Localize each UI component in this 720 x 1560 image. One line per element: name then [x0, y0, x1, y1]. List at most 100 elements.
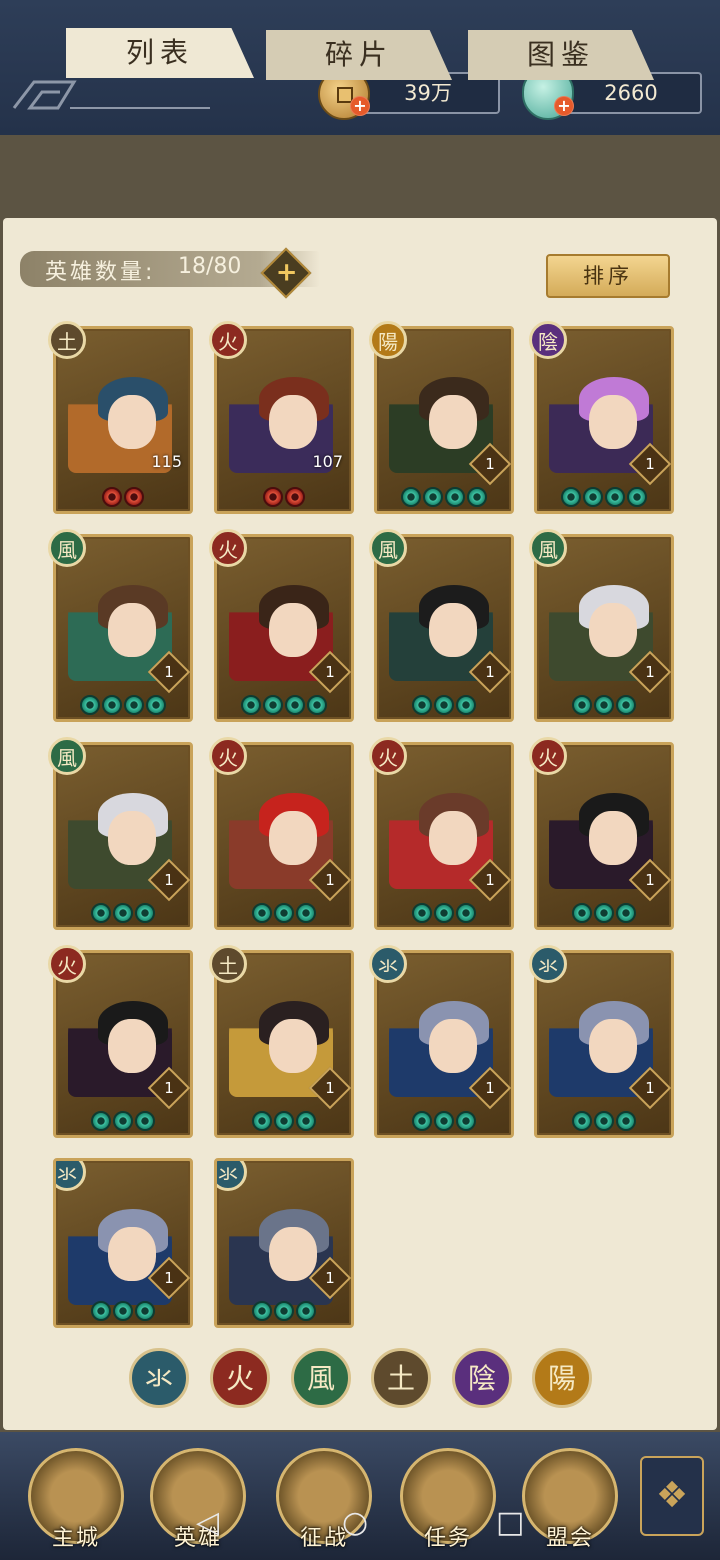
element-filter-button[interactable]: 土 — [371, 1348, 431, 1408]
system-back-icon[interactable]: ◁ — [196, 1505, 219, 1540]
star-icon — [401, 487, 421, 507]
star-rating — [56, 903, 190, 923]
element-badge: 風 — [369, 529, 407, 567]
star-icon — [412, 695, 432, 715]
hero-card[interactable]: 陰1 — [529, 321, 674, 514]
star-icon — [456, 695, 476, 715]
hero-card[interactable]: 火 107 — [209, 321, 354, 514]
star-rating — [56, 1301, 190, 1321]
element-badge: 火 — [209, 529, 247, 567]
star-rating — [56, 1111, 190, 1131]
sort-button[interactable]: 排序 — [546, 254, 670, 298]
hero-card[interactable]: 風1 — [369, 529, 514, 722]
hero-card[interactable]: 風1 — [48, 529, 193, 722]
hero-card[interactable]: 火1 — [529, 737, 674, 930]
hero-card[interactable]: 氺1 — [214, 1158, 354, 1328]
hero-card[interactable]: 氺1 — [529, 945, 674, 1138]
star-rating — [217, 695, 351, 715]
tab-codex[interactable]: 图鉴 — [468, 30, 654, 80]
star-icon — [135, 1111, 155, 1131]
hero-card[interactable]: 氺1 — [369, 945, 514, 1138]
element-badge: 陽 — [369, 321, 407, 359]
hero-card[interactable]: 土 115 — [48, 321, 193, 514]
element-badge: 火 — [209, 321, 247, 359]
element-badge: 火 — [529, 737, 567, 775]
hero-card[interactable]: 火1 — [369, 737, 514, 930]
element-badge: 火 — [209, 737, 247, 775]
star-icon — [252, 1301, 272, 1321]
star-icon — [627, 487, 647, 507]
star-rating — [377, 487, 511, 507]
star-rating — [537, 903, 671, 923]
element-badge: 陰 — [529, 321, 567, 359]
hero-card[interactable]: 火1 — [48, 945, 193, 1138]
hero-card[interactable]: 氺1 — [53, 1158, 193, 1328]
star-icon — [434, 1111, 454, 1131]
hero-card[interactable]: 土1 — [209, 945, 354, 1138]
star-icon — [434, 695, 454, 715]
element-filter-button[interactable]: 氺 — [129, 1348, 189, 1408]
star-icon — [113, 1301, 133, 1321]
star-rating — [217, 487, 351, 507]
star-icon — [285, 695, 305, 715]
element-badge: 氺 — [529, 945, 567, 983]
star-icon — [252, 1111, 272, 1131]
star-icon — [456, 903, 476, 923]
hero-count-label: 英雄数量: — [45, 260, 156, 285]
star-rating — [377, 1111, 511, 1131]
element-filter-button[interactable]: 陰 — [452, 1348, 512, 1408]
hero-card[interactable]: 陽1 — [369, 321, 514, 514]
hero-card[interactable]: 風1 — [48, 737, 193, 930]
star-icon — [616, 903, 636, 923]
star-icon — [113, 903, 133, 923]
element-badge: 風 — [48, 737, 86, 775]
star-icon — [91, 1301, 111, 1321]
star-icon — [561, 487, 581, 507]
element-filter-button[interactable]: 火 — [210, 1348, 270, 1408]
star-icon — [594, 1111, 614, 1131]
star-icon — [124, 695, 144, 715]
star-icon — [241, 695, 261, 715]
element-badge: 土 — [48, 321, 86, 359]
element-filter-button[interactable]: 風 — [291, 1348, 351, 1408]
tab-fragments[interactable]: 碎片 — [266, 30, 452, 80]
star-icon — [274, 1301, 294, 1321]
star-icon — [263, 695, 283, 715]
star-rating — [217, 1111, 351, 1131]
star-icon — [307, 695, 327, 715]
hero-card[interactable]: 火1 — [209, 737, 354, 930]
star-icon — [91, 1111, 111, 1131]
hero-card[interactable]: 風1 — [529, 529, 674, 722]
star-icon — [113, 1111, 133, 1131]
star-icon — [412, 1111, 432, 1131]
element-badge: 氺 — [369, 945, 407, 983]
element-badge: 土 — [209, 945, 247, 983]
element-filter-button[interactable]: 陽 — [532, 1348, 592, 1408]
tab-list[interactable]: 列表 — [66, 28, 254, 78]
nav-guild-label: 盟会 — [545, 1526, 594, 1551]
star-icon — [91, 903, 111, 923]
star-icon — [467, 487, 487, 507]
star-icon — [616, 1111, 636, 1131]
hero-card[interactable]: 火1 — [209, 529, 354, 722]
system-recents-icon[interactable]: □ — [496, 1505, 524, 1540]
star-icon — [296, 1301, 316, 1321]
add-jade-button[interactable]: + — [554, 96, 574, 116]
star-icon — [102, 487, 122, 507]
star-rating — [56, 487, 190, 507]
star-rating — [217, 1301, 351, 1321]
star-icon — [572, 695, 592, 715]
hero-level: 115 — [151, 452, 182, 471]
star-icon — [296, 1111, 316, 1131]
system-home-icon[interactable]: ○ — [342, 1505, 368, 1540]
hero-level: 107 — [312, 452, 343, 471]
star-rating — [56, 695, 190, 715]
element-badge: 風 — [48, 529, 86, 567]
star-icon — [594, 695, 614, 715]
star-icon — [572, 903, 592, 923]
nav-quests-label: 任务 — [423, 1526, 472, 1551]
star-icon — [296, 903, 316, 923]
add-coins-button[interactable]: + — [350, 96, 370, 116]
more-menu-button[interactable]: ❖ — [640, 1456, 704, 1536]
star-icon — [412, 903, 432, 923]
